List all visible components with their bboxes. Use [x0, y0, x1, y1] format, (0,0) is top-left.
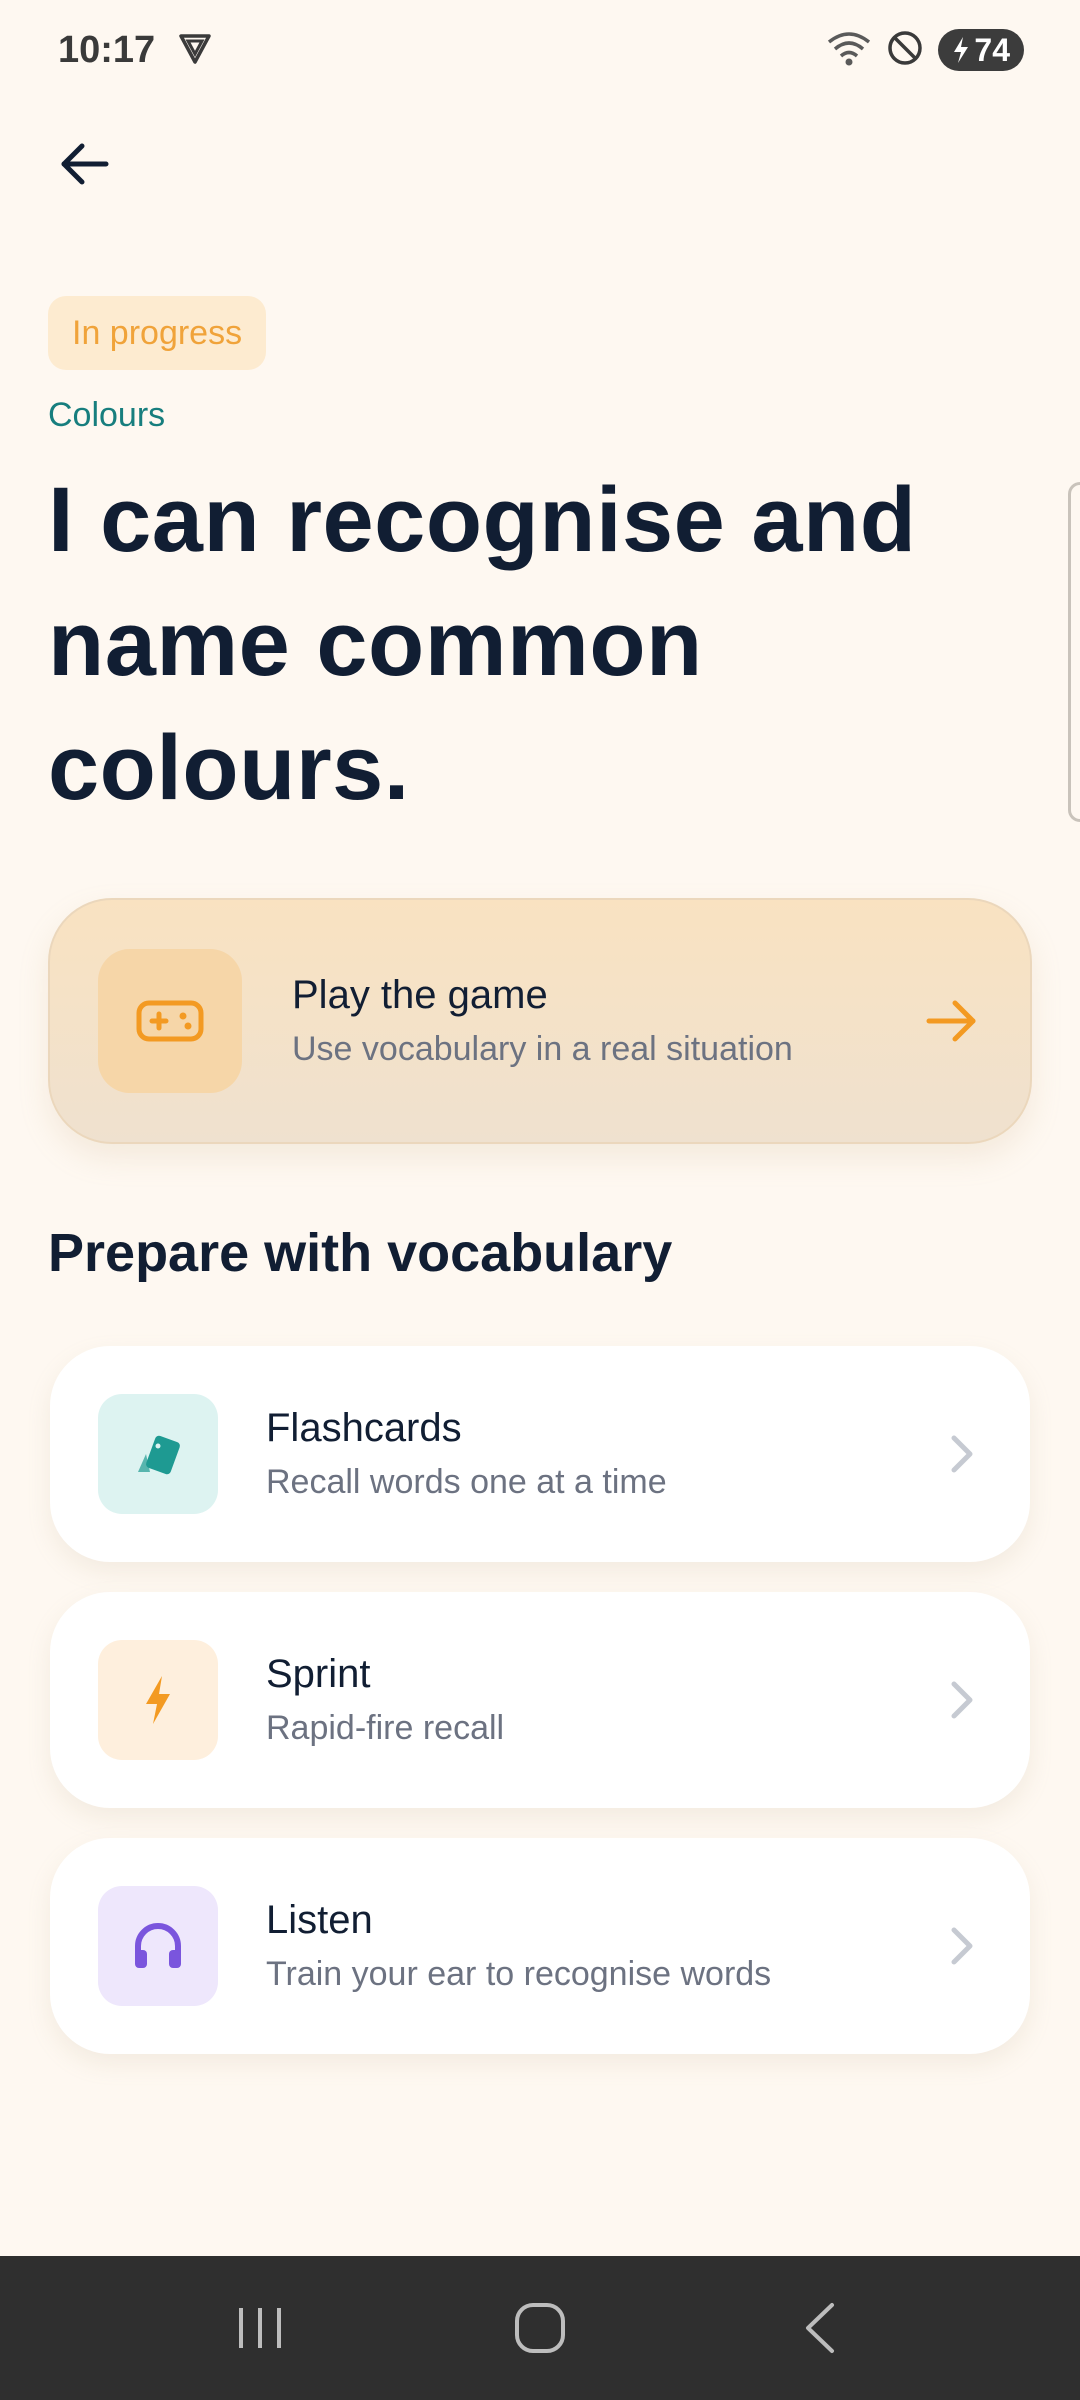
home-icon [515, 2303, 565, 2353]
status-left: 10:17 [58, 29, 213, 72]
lightning-icon [146, 1676, 170, 1724]
back-button[interactable] [48, 128, 120, 200]
arrow-right-icon [922, 991, 982, 1051]
flashcards-item[interactable]: Flashcards Recall words one at a time [50, 1346, 1030, 1562]
nav-back-button[interactable] [760, 2278, 880, 2378]
sprint-text: Sprint Rapid-fire recall [266, 1652, 942, 1748]
recent-apps-button[interactable] [200, 2278, 320, 2378]
back-icon [806, 2303, 834, 2353]
play-card-text: Play the game Use vocabulary in a real s… [292, 973, 922, 1069]
gamepad-icon-tile [98, 949, 242, 1093]
cards-icon [138, 1435, 180, 1475]
sprint-icon-tile [98, 1640, 218, 1760]
do-not-disturb-icon [886, 29, 924, 72]
chevron-right-icon [942, 1670, 982, 1730]
battery-level: 74 [974, 31, 1010, 68]
page-title: I can recognise and name common colours. [48, 469, 917, 819]
wifi-icon [826, 28, 872, 73]
sprint-subtitle: Rapid-fire recall [266, 1709, 505, 1747]
flashcards-title: Flashcards [266, 1406, 462, 1450]
flashcards-icon-tile [98, 1394, 218, 1514]
charging-icon [954, 37, 969, 63]
system-nav-bar [0, 2256, 1080, 2400]
battery-indicator: 74 [938, 29, 1024, 71]
listen-item[interactable]: Listen Train your ear to recognise words [50, 1838, 1030, 2054]
gamepad-icon [136, 1000, 204, 1042]
listen-title: Listen [266, 1898, 373, 1942]
home-button[interactable] [480, 2278, 600, 2378]
vpn-icon [177, 30, 213, 71]
sprint-title: Sprint [266, 1652, 371, 1696]
edge-panel-handle[interactable] [1068, 482, 1080, 822]
section-title: Prepare with vocabulary [48, 1223, 673, 1283]
play-card-subtitle: Use vocabulary in a real situation [292, 1030, 793, 1068]
sprint-item[interactable]: Sprint Rapid-fire recall [50, 1592, 1030, 1808]
listen-text: Listen Train your ear to recognise words [266, 1898, 942, 1994]
listen-icon-tile [98, 1886, 218, 2006]
status-bar: 10:17 74 [0, 0, 1080, 100]
play-card-title: Play the game [292, 973, 548, 1017]
status-time: 10:17 [58, 28, 156, 71]
listen-subtitle: Train your ear to recognise words [266, 1955, 772, 1993]
flashcards-text: Flashcards Recall words one at a time [266, 1406, 942, 1502]
arrow-left-icon [61, 143, 109, 185]
chevron-right-icon [942, 1916, 982, 1976]
status-right: 74 [826, 28, 1024, 73]
headphones-icon [135, 1923, 181, 1968]
chevron-right-icon [942, 1424, 982, 1484]
recent-apps-icon [239, 2308, 281, 2348]
status-badge: In progress [48, 296, 267, 370]
play-game-card[interactable]: Play the game Use vocabulary in a real s… [48, 898, 1032, 1144]
topic-label: Colours [48, 396, 166, 434]
flashcards-subtitle: Recall words one at a time [266, 1463, 667, 1501]
